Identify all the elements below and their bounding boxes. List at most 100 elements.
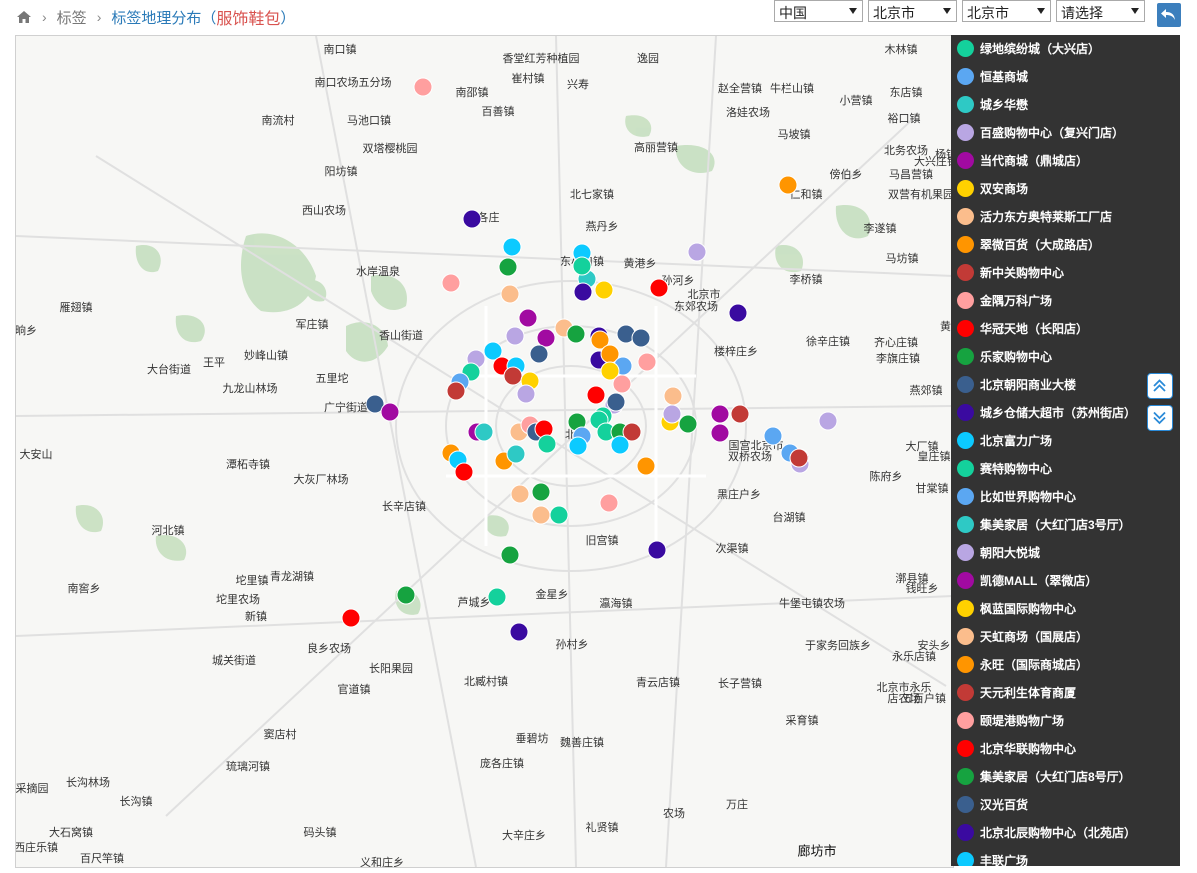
store-marker[interactable] xyxy=(566,324,586,344)
store-marker[interactable] xyxy=(818,411,838,431)
legend-item[interactable]: 北京华联购物中心 xyxy=(957,737,1076,759)
province-select[interactable]: 北京市 xyxy=(868,0,957,22)
store-marker[interactable] xyxy=(789,448,809,468)
store-marker[interactable] xyxy=(516,384,536,404)
legend-item[interactable]: 城乡华懋 xyxy=(957,93,1028,115)
store-marker[interactable] xyxy=(647,540,667,560)
legend-item[interactable]: 翠微百货（大成路店） xyxy=(957,233,1100,255)
store-marker[interactable] xyxy=(728,303,748,323)
legend-item[interactable]: 枫蓝国际购物中心 xyxy=(957,597,1076,619)
store-marker[interactable] xyxy=(610,435,630,455)
legend-item[interactable]: 赛特购物中心 xyxy=(957,457,1052,479)
legend-item[interactable]: 汉光百货 xyxy=(957,793,1028,815)
scroll-down-button[interactable] xyxy=(1147,405,1173,431)
map-place-label: 五百户镇 xyxy=(902,693,946,705)
store-marker[interactable] xyxy=(573,282,593,302)
legend-item[interactable]: 朝阳大悦城 xyxy=(957,541,1040,563)
store-marker[interactable] xyxy=(413,77,433,97)
home-icon[interactable] xyxy=(16,10,32,24)
legend-item[interactable]: 丰联广场 xyxy=(957,849,1028,866)
store-marker[interactable] xyxy=(649,278,669,298)
legend-item[interactable]: 华冠天地（长阳店） xyxy=(957,317,1088,339)
legend-color-dot xyxy=(957,95,974,113)
legend-color-dot xyxy=(957,627,974,645)
store-marker[interactable] xyxy=(529,344,549,364)
legend-item[interactable]: 天虹商场（国展店） xyxy=(957,625,1088,647)
store-marker[interactable] xyxy=(531,482,551,502)
store-marker[interactable] xyxy=(396,585,416,605)
legend-item[interactable]: 百盛购物中心（复兴门店） xyxy=(957,121,1124,143)
store-marker[interactable] xyxy=(537,434,557,454)
legend-item[interactable]: 比如世界购物中心 xyxy=(957,485,1076,507)
legend-item[interactable]: 天元利生体育商厦 xyxy=(957,681,1076,703)
legend-item[interactable]: 乐家购物中心 xyxy=(957,345,1052,367)
store-marker[interactable] xyxy=(631,328,651,348)
store-marker[interactable] xyxy=(503,366,523,386)
legend-item[interactable]: 集美家居（大红门店3号厅） xyxy=(957,513,1131,535)
legend-color-dot xyxy=(957,543,974,561)
store-marker[interactable] xyxy=(446,381,466,401)
store-marker[interactable] xyxy=(509,622,529,642)
legend-item[interactable]: 恒基商城 xyxy=(957,65,1028,87)
store-marker[interactable] xyxy=(487,587,507,607)
legend-item[interactable]: 城乡仓储大超市（苏州街店） xyxy=(957,401,1136,423)
store-marker[interactable] xyxy=(637,352,657,372)
legend-item[interactable]: 北京朝阳商业大楼 xyxy=(957,373,1076,395)
store-marker[interactable] xyxy=(778,175,798,195)
store-marker[interactable] xyxy=(531,505,551,525)
city-select[interactable]: 北京市 xyxy=(962,0,1051,22)
store-marker[interactable] xyxy=(763,426,783,446)
store-marker[interactable] xyxy=(454,462,474,482)
country-select[interactable]: 中国 xyxy=(774,0,863,22)
legend-item[interactable]: 双安商场 xyxy=(957,177,1028,199)
store-marker[interactable] xyxy=(612,374,632,394)
store-marker[interactable] xyxy=(568,436,588,456)
store-marker[interactable] xyxy=(506,444,526,464)
legend-item[interactable]: 永旺（国际商城店） xyxy=(957,653,1088,675)
legend-item[interactable]: 北京北辰购物中心（北苑店） xyxy=(957,821,1136,843)
store-marker[interactable] xyxy=(441,273,461,293)
legend-item[interactable]: 颐堤港购物广场 xyxy=(957,709,1064,731)
legend-item[interactable]: 凯德MALL（翠微店） xyxy=(957,569,1097,591)
legend-item[interactable]: 当代商城（鼎城店） xyxy=(957,149,1088,171)
store-marker[interactable] xyxy=(549,505,569,525)
store-marker[interactable] xyxy=(636,456,656,476)
legend-item[interactable]: 集美家居（大红门店8号厅） xyxy=(957,765,1131,787)
store-marker[interactable] xyxy=(500,545,520,565)
store-marker[interactable] xyxy=(663,386,683,406)
legend-item[interactable]: 新中关购物中心 xyxy=(957,261,1064,283)
legend-item[interactable]: 北京富力广场 xyxy=(957,429,1052,451)
store-marker[interactable] xyxy=(687,242,707,262)
store-marker[interactable] xyxy=(500,284,520,304)
store-marker[interactable] xyxy=(380,402,400,422)
store-marker[interactable] xyxy=(341,608,361,628)
store-marker[interactable] xyxy=(710,404,730,424)
store-marker[interactable] xyxy=(599,493,619,513)
map-place-label: 燕丹乡 xyxy=(585,221,619,233)
scroll-up-button[interactable] xyxy=(1147,373,1173,399)
store-marker[interactable] xyxy=(594,280,614,300)
legend-item[interactable]: 活力东方奥特莱斯工厂店 xyxy=(957,205,1112,227)
store-marker[interactable] xyxy=(662,404,682,424)
store-marker[interactable] xyxy=(462,209,482,229)
store-marker[interactable] xyxy=(518,308,538,328)
store-marker[interactable] xyxy=(510,484,530,504)
geo-map[interactable]: 南口镇 香堂红芳种植园 逸园 木林镇 南口农场五分场 崔村镇 兴寿 赵全营镇 牛栏山镇 南邵镇 小营… xyxy=(15,35,954,868)
store-marker[interactable] xyxy=(505,326,525,346)
legend-item[interactable]: 金隅万科广场 xyxy=(957,289,1052,311)
legend-item-label: 城乡仓储大超市（苏州街店） xyxy=(980,405,1137,420)
store-marker[interactable] xyxy=(498,257,518,277)
store-marker[interactable] xyxy=(710,423,730,443)
back-button[interactable] xyxy=(1157,3,1181,27)
store-marker[interactable] xyxy=(678,414,698,434)
breadcrumb-tags[interactable]: 标签 xyxy=(57,7,87,28)
legend-item[interactable]: 绿地缤纷城（大兴店） xyxy=(957,37,1100,59)
store-marker[interactable] xyxy=(730,404,750,424)
store-marker[interactable] xyxy=(572,256,592,276)
store-marker[interactable] xyxy=(502,237,522,257)
district-select[interactable]: 请选择 xyxy=(1056,0,1145,22)
store-marker[interactable] xyxy=(586,385,606,405)
legend-item-label: 颐堤港购物广场 xyxy=(980,713,1065,728)
store-marker[interactable] xyxy=(474,422,494,442)
map-place-label: 窦店村 xyxy=(263,729,297,741)
